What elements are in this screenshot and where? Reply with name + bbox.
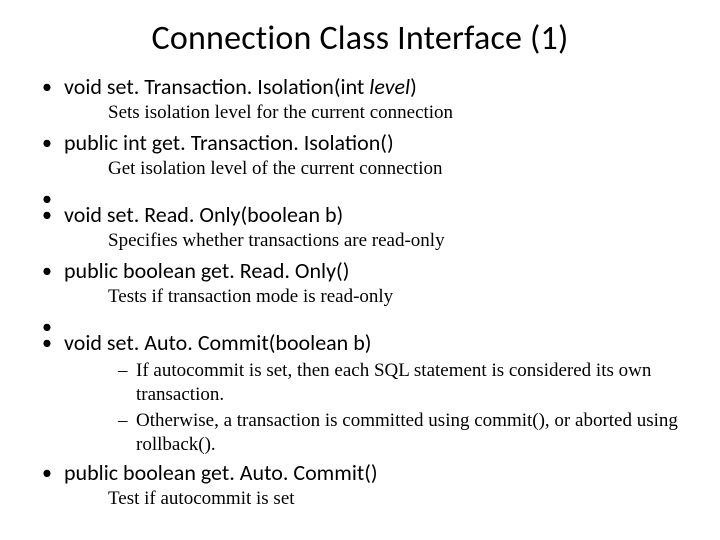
list-item: void set. Transaction. Isolation(int lev… bbox=[36, 73, 684, 125]
spacer bbox=[36, 313, 684, 329]
method-signature: public boolean get. Auto. Commit() bbox=[64, 459, 684, 487]
slide-title: Connection Class Interface (1) bbox=[36, 18, 684, 59]
sub-item: Otherwise, a transaction is committed us… bbox=[118, 409, 684, 457]
method-description: Sets isolation level for the current con… bbox=[108, 101, 684, 125]
list-item: public int get. Transaction. Isolation()… bbox=[36, 129, 684, 181]
sig-text: ) bbox=[410, 73, 417, 100]
sig-text: void set. Transaction. Isolation(int bbox=[64, 73, 369, 100]
method-signature: void set. Auto. Commit(boolean b) bbox=[64, 329, 684, 357]
method-signature: public boolean get. Read. Only() bbox=[64, 257, 684, 285]
list-item: void set. Auto. Commit(boolean b) If aut… bbox=[36, 329, 684, 457]
method-signature: public int get. Transaction. Isolation() bbox=[64, 129, 684, 157]
method-description: Tests if transaction mode is read-only bbox=[108, 285, 684, 309]
method-description: Get isolation level of the current conne… bbox=[108, 157, 684, 181]
method-description: Test if autocommit is set bbox=[108, 487, 684, 511]
list-item: void set. Read. Only(boolean b) Specifie… bbox=[36, 201, 684, 253]
sub-list: If autocommit is set, then each SQL stat… bbox=[118, 359, 684, 457]
sig-param: level bbox=[369, 73, 410, 100]
method-signature: void set. Transaction. Isolation(int lev… bbox=[64, 73, 684, 101]
list-item: public boolean get. Read. Only() Tests i… bbox=[36, 257, 684, 309]
spacer bbox=[36, 185, 684, 201]
slide: Connection Class Interface (1) void set.… bbox=[0, 0, 720, 540]
bullet-list: void set. Transaction. Isolation(int lev… bbox=[36, 73, 684, 511]
method-signature: void set. Read. Only(boolean b) bbox=[64, 201, 684, 229]
sub-item: If autocommit is set, then each SQL stat… bbox=[118, 359, 684, 407]
method-description: Specifies whether transactions are read-… bbox=[108, 229, 684, 253]
list-item: public boolean get. Auto. Commit() Test … bbox=[36, 459, 684, 511]
